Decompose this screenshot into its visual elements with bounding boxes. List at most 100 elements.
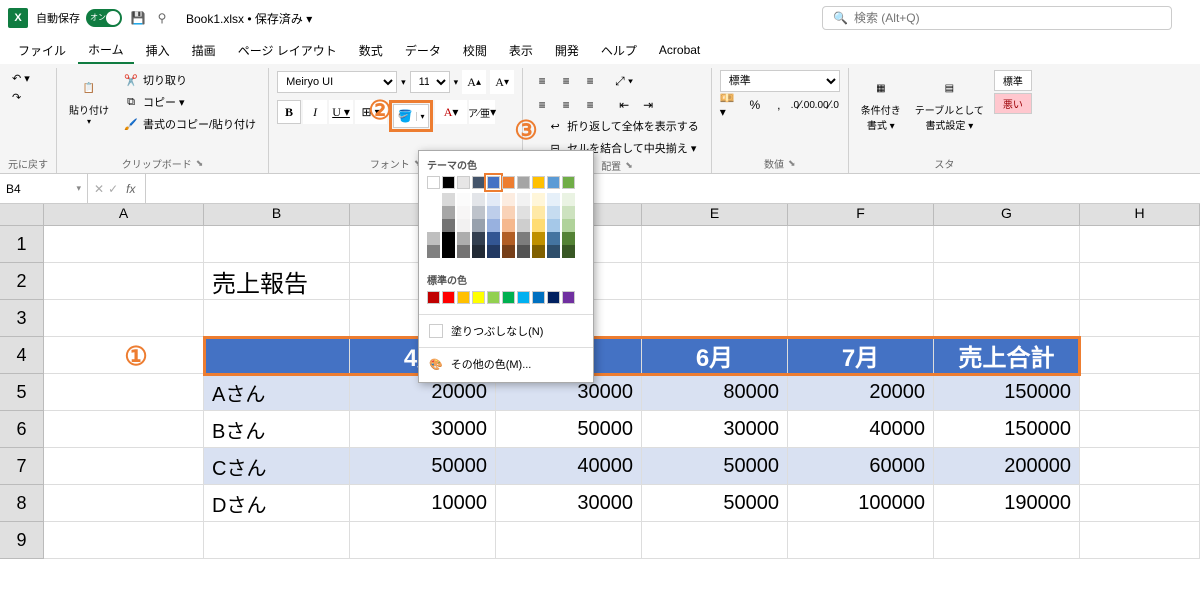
- cell-value[interactable]: 10000: [350, 485, 496, 522]
- cell[interactable]: [1080, 448, 1200, 485]
- color-swatch[interactable]: [442, 245, 455, 258]
- cell-value[interactable]: 190000: [934, 485, 1080, 522]
- color-swatch[interactable]: [532, 206, 545, 219]
- increase-font-button[interactable]: A▴: [462, 70, 486, 94]
- menu-review[interactable]: 校閲: [453, 38, 497, 63]
- format-painter-button[interactable]: 🖌️書式のコピー/貼り付け: [119, 114, 260, 134]
- cell-value[interactable]: 150000: [934, 374, 1080, 411]
- color-swatch[interactable]: [487, 245, 500, 258]
- increase-decimal-button[interactable]: .0⁄.00: [792, 94, 814, 116]
- color-swatch[interactable]: [472, 176, 485, 189]
- color-swatch[interactable]: [562, 193, 575, 206]
- cell-value[interactable]: 40000: [788, 411, 934, 448]
- cell[interactable]: [350, 522, 496, 559]
- font-name-select[interactable]: Meiryo UI: [277, 71, 397, 93]
- color-swatch[interactable]: [427, 176, 440, 189]
- color-swatch[interactable]: [442, 193, 455, 206]
- color-swatch[interactable]: [517, 291, 530, 304]
- cell[interactable]: [44, 374, 204, 411]
- color-swatch[interactable]: [487, 176, 500, 189]
- cell[interactable]: [1080, 485, 1200, 522]
- color-swatch[interactable]: [457, 245, 470, 258]
- cell-header[interactable]: 6月: [642, 337, 788, 374]
- color-swatch[interactable]: [487, 219, 500, 232]
- fx-icon[interactable]: fx: [122, 182, 139, 196]
- cell-value[interactable]: 50000: [350, 448, 496, 485]
- cell[interactable]: [1080, 374, 1200, 411]
- font-size-select[interactable]: 11: [410, 71, 450, 93]
- color-swatch[interactable]: [457, 193, 470, 206]
- color-swatch[interactable]: [487, 232, 500, 245]
- align-center-button[interactable]: ≡: [555, 94, 577, 116]
- cell[interactable]: [1080, 522, 1200, 559]
- col-header-H[interactable]: H: [1080, 204, 1200, 225]
- phonetic-button[interactable]: ア⁄亜 ▾: [469, 100, 495, 124]
- align-top-button[interactable]: ≡: [531, 70, 553, 92]
- cell[interactable]: [788, 263, 934, 300]
- color-swatch[interactable]: [442, 219, 455, 232]
- row-header-7[interactable]: 7: [0, 448, 43, 485]
- color-swatch[interactable]: [472, 245, 485, 258]
- cell-value[interactable]: 40000: [496, 448, 642, 485]
- cell-value[interactable]: 20000: [788, 374, 934, 411]
- cell[interactable]: [44, 411, 204, 448]
- color-swatch[interactable]: [472, 291, 485, 304]
- color-swatch[interactable]: [547, 193, 560, 206]
- color-swatch[interactable]: [442, 176, 455, 189]
- decrease-decimal-button[interactable]: .00⁄.0: [816, 94, 838, 116]
- style-bad[interactable]: 悪い: [994, 93, 1032, 114]
- color-swatch[interactable]: [562, 245, 575, 258]
- wrap-text-button[interactable]: ↩折り返して全体を表示する: [543, 116, 703, 136]
- cell-value[interactable]: 80000: [642, 374, 788, 411]
- chevron-down-icon[interactable]: ▾: [416, 112, 428, 121]
- color-swatch[interactable]: [547, 219, 560, 232]
- cell[interactable]: [788, 522, 934, 559]
- col-header-B[interactable]: B: [204, 204, 350, 225]
- color-swatch[interactable]: [517, 206, 530, 219]
- color-swatch[interactable]: [457, 176, 470, 189]
- search-box[interactable]: 🔍: [822, 6, 1172, 30]
- number-format-select[interactable]: 標準: [720, 70, 840, 92]
- color-swatch[interactable]: [502, 193, 515, 206]
- cell[interactable]: [204, 226, 350, 263]
- cell[interactable]: [204, 522, 350, 559]
- cell-value[interactable]: 60000: [788, 448, 934, 485]
- decrease-font-button[interactable]: A▾: [490, 70, 514, 94]
- color-swatch[interactable]: [457, 291, 470, 304]
- cell[interactable]: [934, 226, 1080, 263]
- cell[interactable]: [788, 300, 934, 337]
- color-swatch[interactable]: [442, 232, 455, 245]
- autosave[interactable]: 自動保存 オン: [36, 9, 122, 27]
- col-header-E[interactable]: E: [642, 204, 788, 225]
- paste-button[interactable]: 📋 貼り付け ▾: [65, 70, 113, 134]
- menu-pagelayout[interactable]: ページ レイアウト: [228, 38, 347, 63]
- cell[interactable]: [44, 485, 204, 522]
- align-middle-button[interactable]: ≡: [555, 70, 577, 92]
- cell-title[interactable]: 売上報告: [204, 263, 350, 300]
- color-swatch[interactable]: [472, 193, 485, 206]
- underline-button[interactable]: U ▾: [329, 100, 353, 124]
- menu-formulas[interactable]: 数式: [349, 38, 393, 63]
- color-swatch[interactable]: [457, 206, 470, 219]
- cell[interactable]: [642, 263, 788, 300]
- color-swatch[interactable]: [517, 219, 530, 232]
- clipboard-expand[interactable]: ⬊: [196, 158, 204, 169]
- cell-value[interactable]: 30000: [496, 485, 642, 522]
- cell[interactable]: [204, 337, 350, 374]
- color-swatch[interactable]: [547, 245, 560, 258]
- color-swatch[interactable]: [502, 206, 515, 219]
- color-swatch[interactable]: [532, 232, 545, 245]
- color-swatch[interactable]: [532, 291, 545, 304]
- accessibility-icon[interactable]: ⚲: [154, 10, 170, 26]
- cell-value[interactable]: 100000: [788, 485, 934, 522]
- cell-value[interactable]: 30000: [642, 411, 788, 448]
- font-color-button[interactable]: A ▾: [435, 100, 467, 124]
- cancel-formula-icon[interactable]: ✕: [94, 182, 104, 196]
- cell[interactable]: [788, 226, 934, 263]
- accept-formula-icon[interactable]: ✓: [108, 182, 118, 196]
- cell-name[interactable]: Dさん: [204, 485, 350, 522]
- cell-value[interactable]: 30000: [350, 411, 496, 448]
- color-swatch[interactable]: [487, 193, 500, 206]
- col-header-A[interactable]: A: [44, 204, 204, 225]
- increase-indent-button[interactable]: ⇥: [637, 94, 659, 116]
